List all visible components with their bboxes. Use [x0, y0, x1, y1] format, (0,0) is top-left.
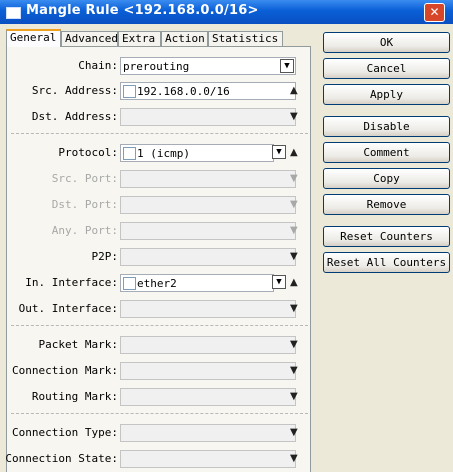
any-port-label: Any. Port:: [51, 224, 118, 237]
tab-general[interactable]: General: [6, 29, 61, 47]
chain-dropdown-icon[interactable]: ▼: [280, 59, 294, 73]
p2p-expand-icon[interactable]: ▼: [290, 251, 298, 263]
p2p-row: P2P: ▼: [7, 248, 312, 266]
tab-advanced[interactable]: Advanced: [61, 31, 118, 46]
chain-row: Chain: prerouting ▼: [7, 57, 312, 75]
protocol-row: Protocol: 1 (icmp) ▼ ▲: [7, 144, 312, 162]
window-title: Mangle Rule <192.168.0.0/16>: [26, 3, 259, 18]
ok-button[interactable]: OK: [323, 32, 450, 53]
src-address-value: 192.168.0.0/16: [137, 85, 230, 98]
routing-mark-field[interactable]: [120, 388, 296, 406]
src-address-row: Src. Address: 192.168.0.0/16 ▲: [7, 82, 312, 100]
reset-all-counters-button[interactable]: Reset All Counters: [323, 252, 450, 273]
dst-address-label: Dst. Address:: [31, 110, 118, 123]
in-interface-negate-checkbox[interactable]: [123, 277, 136, 290]
routing-mark-label: Routing Mark:: [31, 390, 118, 403]
connection-state-field[interactable]: [120, 450, 296, 468]
connection-mark-row: Connection Mark: ▼: [7, 362, 312, 380]
routing-mark-expand-icon[interactable]: ▼: [290, 391, 298, 403]
dst-address-field[interactable]: [120, 108, 296, 126]
cancel-button[interactable]: Cancel: [323, 58, 450, 79]
in-interface-value: ether2: [137, 277, 177, 290]
src-address-collapse-icon[interactable]: ▲: [290, 85, 298, 97]
any-port-field: [120, 222, 296, 240]
separator: [11, 325, 308, 326]
reset-counters-button[interactable]: Reset Counters: [323, 226, 450, 247]
dst-address-expand-icon[interactable]: ▼: [290, 111, 298, 123]
packet-mark-row: Packet Mark: ▼: [7, 336, 312, 354]
protocol-collapse-icon[interactable]: ▲: [290, 147, 298, 159]
protocol-label: Protocol:: [58, 146, 118, 159]
src-port-field: [120, 170, 296, 188]
p2p-field[interactable]: [120, 248, 296, 266]
connection-mark-field[interactable]: [120, 362, 296, 380]
tab-statistics[interactable]: Statistics: [208, 31, 283, 46]
separator: [11, 133, 308, 134]
dst-address-row: Dst. Address: ▼: [7, 108, 312, 126]
dst-port-row: Dst. Port: ▼: [7, 196, 312, 214]
chain-select[interactable]: prerouting ▼: [120, 57, 296, 75]
chain-value: prerouting: [123, 60, 190, 73]
remove-button[interactable]: Remove: [323, 194, 450, 215]
close-button[interactable]: ✕: [424, 3, 445, 22]
in-interface-collapse-icon[interactable]: ▲: [290, 277, 298, 289]
in-interface-dropdown-icon[interactable]: ▼: [272, 275, 286, 289]
tab-extra[interactable]: Extra: [118, 31, 161, 46]
connection-type-field[interactable]: [120, 424, 296, 442]
src-port-label: Src. Port:: [51, 172, 118, 185]
dst-port-label: Dst. Port:: [51, 198, 118, 211]
separator: [11, 413, 308, 414]
connection-type-label: Connection Type:: [12, 426, 118, 439]
connection-type-row: Connection Type: ▼: [7, 424, 312, 442]
title-bar: Mangle Rule <192.168.0.0/16> ✕: [0, 0, 453, 24]
out-interface-field[interactable]: [120, 300, 296, 318]
packet-mark-label: Packet Mark:: [38, 338, 118, 351]
disable-button[interactable]: Disable: [323, 116, 450, 137]
connection-type-expand-icon[interactable]: ▼: [290, 427, 298, 439]
any-port-expand-icon: ▼: [290, 225, 298, 236]
packet-mark-field[interactable]: [120, 336, 296, 354]
src-address-field[interactable]: 192.168.0.0/16: [120, 82, 296, 100]
chain-label: Chain:: [78, 59, 118, 72]
connection-state-expand-icon[interactable]: ▼: [290, 453, 298, 465]
src-address-label: Src. Address:: [31, 84, 118, 97]
protocol-negate-checkbox[interactable]: [123, 147, 136, 160]
in-interface-row: In. Interface: ether2 ▼ ▲: [7, 274, 312, 292]
out-interface-expand-icon[interactable]: ▼: [290, 303, 298, 315]
protocol-value: 1 (icmp): [137, 147, 190, 160]
in-interface-label: In. Interface:: [25, 276, 118, 289]
tab-action[interactable]: Action: [161, 31, 208, 46]
any-port-row: Any. Port: ▼: [7, 222, 312, 240]
apply-button[interactable]: Apply: [323, 84, 450, 105]
window-icon: [6, 7, 21, 19]
comment-button[interactable]: Comment: [323, 142, 450, 163]
out-interface-label: Out. Interface:: [18, 302, 118, 315]
src-port-expand-icon: ▼: [290, 173, 298, 184]
out-interface-row: Out. Interface: ▼: [7, 300, 312, 318]
packet-mark-expand-icon[interactable]: ▼: [290, 339, 298, 351]
src-port-row: Src. Port: ▼: [7, 170, 312, 188]
p2p-label: P2P:: [91, 250, 119, 263]
src-address-negate-checkbox[interactable]: [123, 85, 136, 98]
protocol-select[interactable]: 1 (icmp): [120, 144, 274, 162]
general-panel: Chain: prerouting ▼ Src. Address: 192.16…: [5, 46, 312, 472]
connection-mark-label: Connection Mark:: [12, 364, 118, 377]
dst-port-expand-icon: ▼: [290, 199, 298, 210]
dst-port-field: [120, 196, 296, 214]
connection-state-row: Connection State: ▼: [5, 450, 312, 468]
copy-button[interactable]: Copy: [323, 168, 450, 189]
connection-state-label: Connection State:: [5, 452, 118, 465]
in-interface-select[interactable]: ether2: [120, 274, 274, 292]
connection-mark-expand-icon[interactable]: ▼: [290, 365, 298, 377]
protocol-dropdown-icon[interactable]: ▼: [272, 145, 286, 159]
routing-mark-row: Routing Mark: ▼: [7, 388, 312, 406]
